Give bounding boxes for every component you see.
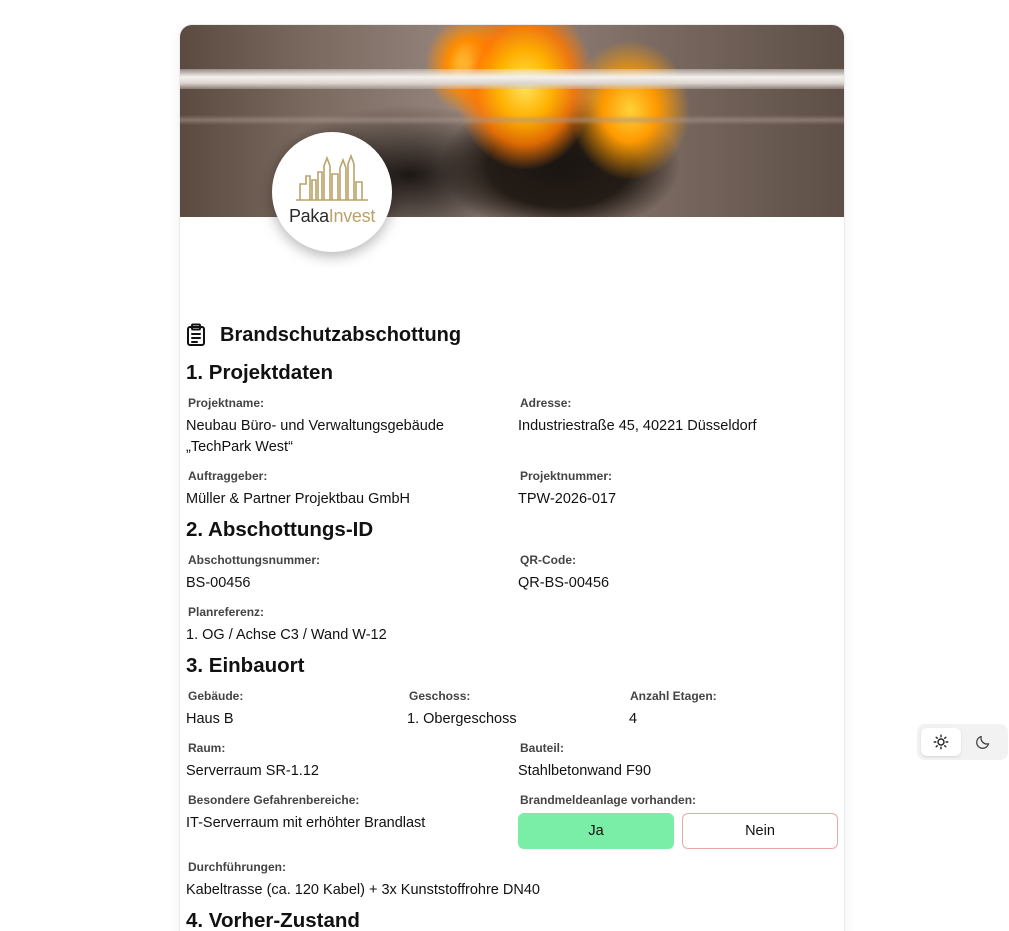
projektname-value-line2: „TechPark West“: [186, 439, 293, 455]
form-title: Brandschutzabschottung: [220, 323, 462, 346]
brandmeldeanlage-label: Brandmeldeanlage vorhanden:: [520, 793, 697, 807]
projektnummer-value: TPW-2026-017: [518, 491, 617, 507]
adresse-label: Adresse:: [520, 396, 572, 410]
gebaeude-value: Haus B: [186, 711, 234, 727]
gefahrenbereiche-value: IT-Serverraum mit erhöhter Brandlast: [186, 815, 426, 831]
section-heading-abschottungs-id: 2. Abschottungs-ID: [186, 518, 374, 541]
auftraggeber-value: Müller & Partner Projektbau GmbH: [186, 491, 411, 507]
planreferenz-value: 1. OG / Achse C3 / Wand W-12: [186, 627, 387, 643]
auftraggeber-label: Auftraggeber:: [188, 469, 268, 483]
moon-icon: [976, 735, 990, 749]
durchfuehrungen-value: Kabeltrasse (ca. 120 Kabel) + 3x Kunstst…: [186, 882, 540, 898]
brandmeldeanlage-no-button[interactable]: Nein: [682, 813, 838, 849]
logo-wordmark: PakaInvest: [288, 205, 376, 226]
projektname-label: Projektname:: [188, 396, 265, 410]
raum-value: Serverraum SR-1.12: [186, 763, 319, 779]
abschottungsnummer-label: Abschottungsnummer:: [188, 553, 320, 567]
form-title-row: Brandschutzabschottung: [186, 323, 461, 347]
section-heading-vorher-zustand: 4. Vorher-Zustand: [186, 909, 360, 931]
qr-code-label: QR-Code:: [520, 553, 576, 567]
geschoss-label: Geschoss:: [409, 689, 471, 703]
abschottungsnummer-value: BS-00456: [186, 575, 251, 591]
brandmeldeanlage-yes-button[interactable]: Ja: [518, 813, 674, 849]
geschoss-value: 1. Obergeschoss: [407, 711, 517, 727]
light-mode-button[interactable]: [921, 728, 961, 756]
adresse-value: Industriestraße 45, 40221 Düsseldorf: [518, 418, 757, 434]
anzahl-etagen-value: 4: [629, 711, 638, 727]
raum-label: Raum:: [188, 741, 226, 755]
anzahl-etagen-label: Anzahl Etagen:: [630, 689, 717, 703]
sun-icon: [933, 734, 949, 750]
theme-toggle: [917, 724, 1008, 760]
bauteil-value: Stahlbetonwand F90: [518, 763, 652, 779]
qr-code-value: QR-BS-00456: [518, 575, 610, 591]
grill-bar-shadow: [180, 115, 844, 125]
gebaeude-label: Gebäude:: [188, 689, 244, 703]
company-logo: PakaInvest: [272, 132, 392, 252]
grill-bar: [180, 69, 844, 89]
bauteil-label: Bauteil:: [520, 741, 565, 755]
section-heading-projektdaten: 1. Projektdaten: [186, 361, 333, 384]
projektname-value-line1: Neubau Büro- und Verwaltungsgebäude: [186, 418, 444, 434]
section-heading-einbauort: 3. Einbauort: [186, 654, 305, 677]
planreferenz-label: Planreferenz:: [188, 605, 265, 619]
dark-mode-button[interactable]: [963, 728, 1003, 756]
skyline-icon: [296, 153, 368, 201]
durchfuehrungen-label: Durchführungen:: [188, 860, 286, 874]
clipboard-icon: [187, 323, 205, 346]
projektnummer-label: Projektnummer:: [520, 469, 613, 483]
gefahrenbereiche-label: Besondere Gefahrenbereiche:: [188, 793, 360, 807]
